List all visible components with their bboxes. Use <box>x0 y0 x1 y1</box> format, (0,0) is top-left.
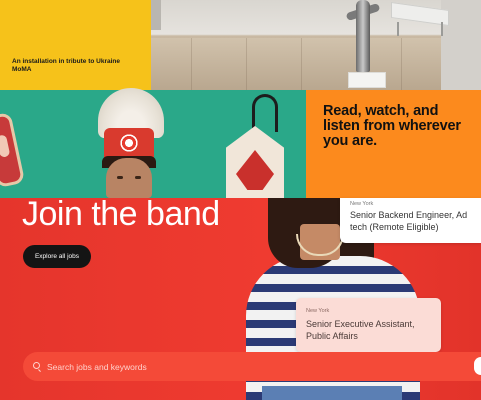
sculpture-pedestal <box>348 72 386 88</box>
search-icon <box>33 362 40 369</box>
job-title: Senior Backend Engineer, Ad tech (Remote… <box>350 210 468 232</box>
vitrine-leg <box>441 22 443 36</box>
job-card[interactable]: New York Senior Executive Assistant, Pub… <box>296 298 441 352</box>
person-jeans <box>262 386 402 400</box>
job-location: New York <box>350 201 374 207</box>
explore-jobs-button[interactable]: Explore all jobs <box>23 245 91 268</box>
search-submit-edge[interactable] <box>474 357 481 375</box>
job-location: New York <box>306 308 330 314</box>
floor-plank <box>246 38 247 90</box>
job-title: Senior Executive Assistant, Public Affai… <box>306 319 415 341</box>
bag-strap <box>252 94 278 132</box>
job-search-input[interactable] <box>47 358 447 375</box>
floor-plank <box>191 38 192 90</box>
promo-heading: Read, watch, and listen from wherever yo… <box>323 103 461 149</box>
sculpture <box>356 0 370 72</box>
careers-title: Join the band <box>22 195 220 233</box>
moma-banner[interactable]: An installation in tribute to Ukraine Mo… <box>0 0 151 90</box>
gallery-floor <box>151 38 481 90</box>
moma-caption: An installation in tribute to Ukraine Mo… <box>12 58 120 73</box>
floor-plank <box>401 38 402 90</box>
gallery-photo[interactable] <box>151 0 481 90</box>
model-face <box>106 158 152 198</box>
vitrine-leg <box>397 22 399 36</box>
wall-frame <box>151 0 161 30</box>
floor-plank <box>301 38 302 90</box>
job-card[interactable]: New York Senior Backend Engineer, Ad tec… <box>340 198 481 243</box>
job-search-bar[interactable] <box>23 352 481 381</box>
